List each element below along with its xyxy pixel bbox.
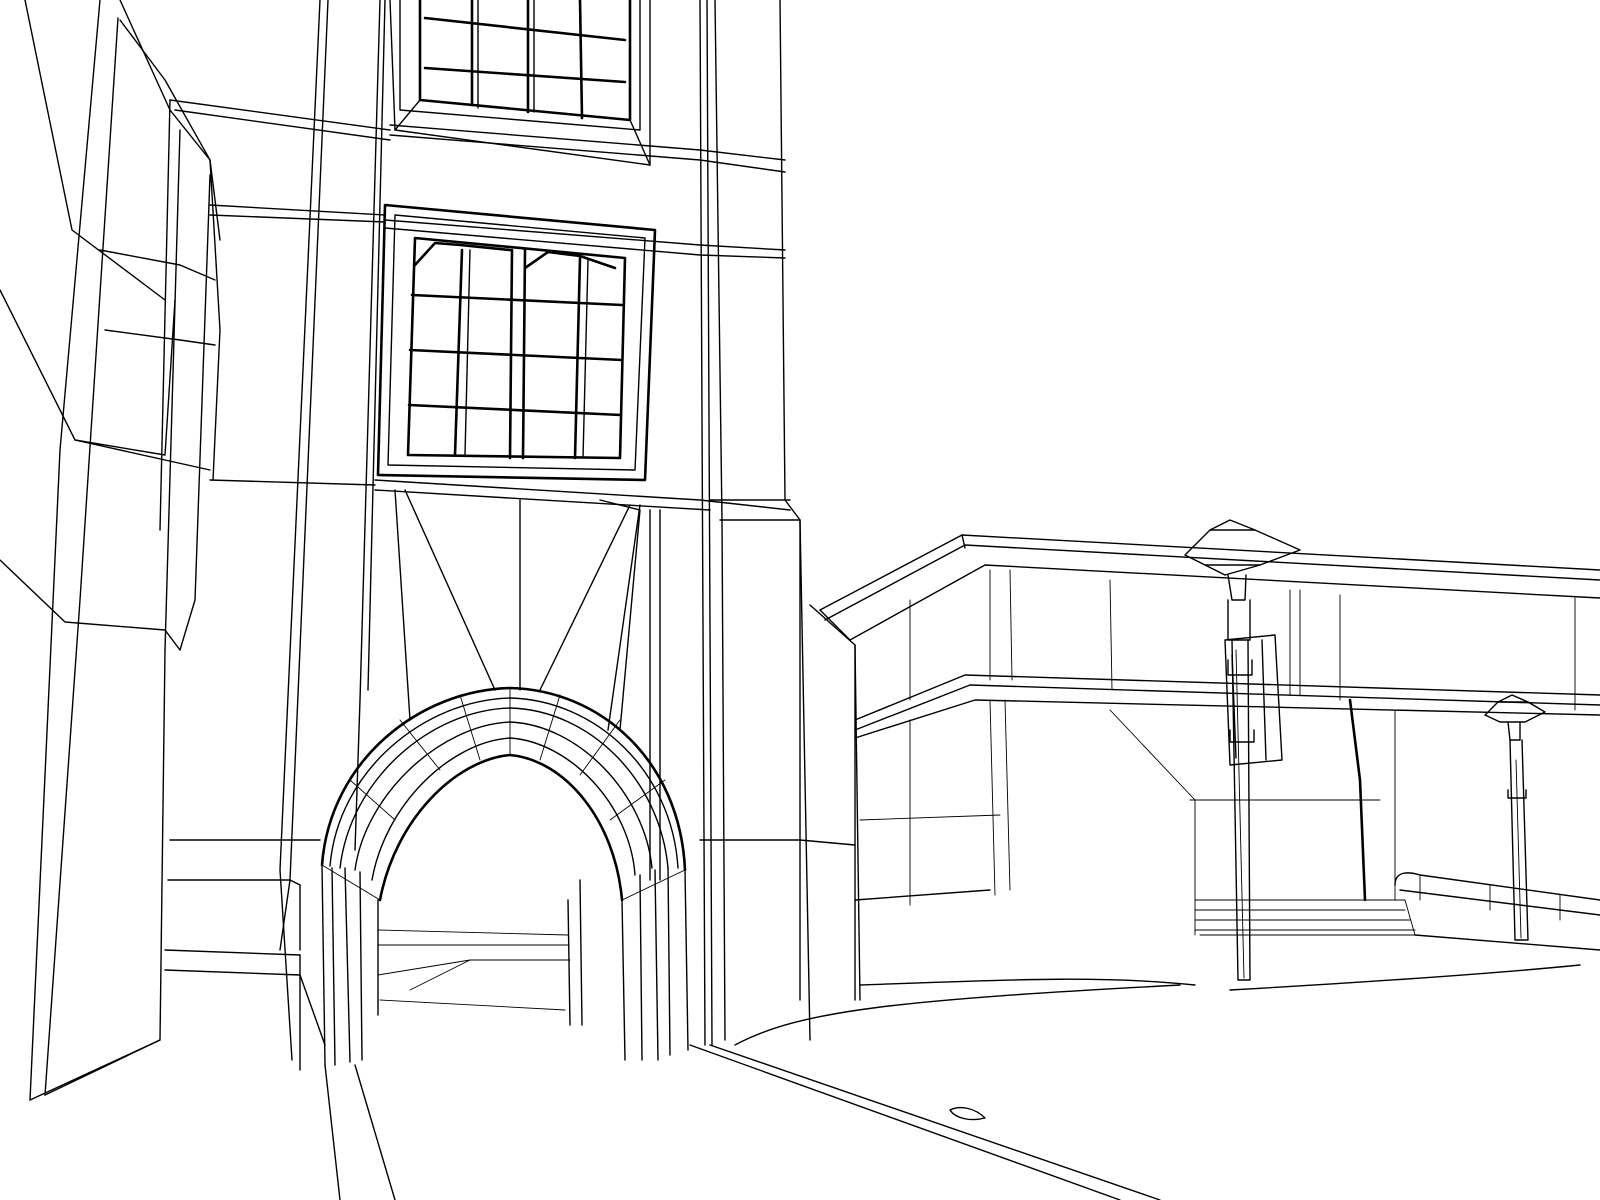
street-lamp-near (1184, 519, 1301, 981)
upper-window (389, 0, 651, 166)
left-building (0, 0, 221, 1101)
wireframe-drawing (0, 0, 1600, 1200)
ground (324, 964, 1581, 1200)
gothic-arch (320, 686, 689, 1066)
right-building (809, 534, 1600, 1001)
street-lamp-far (1484, 694, 1546, 941)
back-wall (164, 99, 391, 1071)
middle-window (376, 203, 657, 482)
